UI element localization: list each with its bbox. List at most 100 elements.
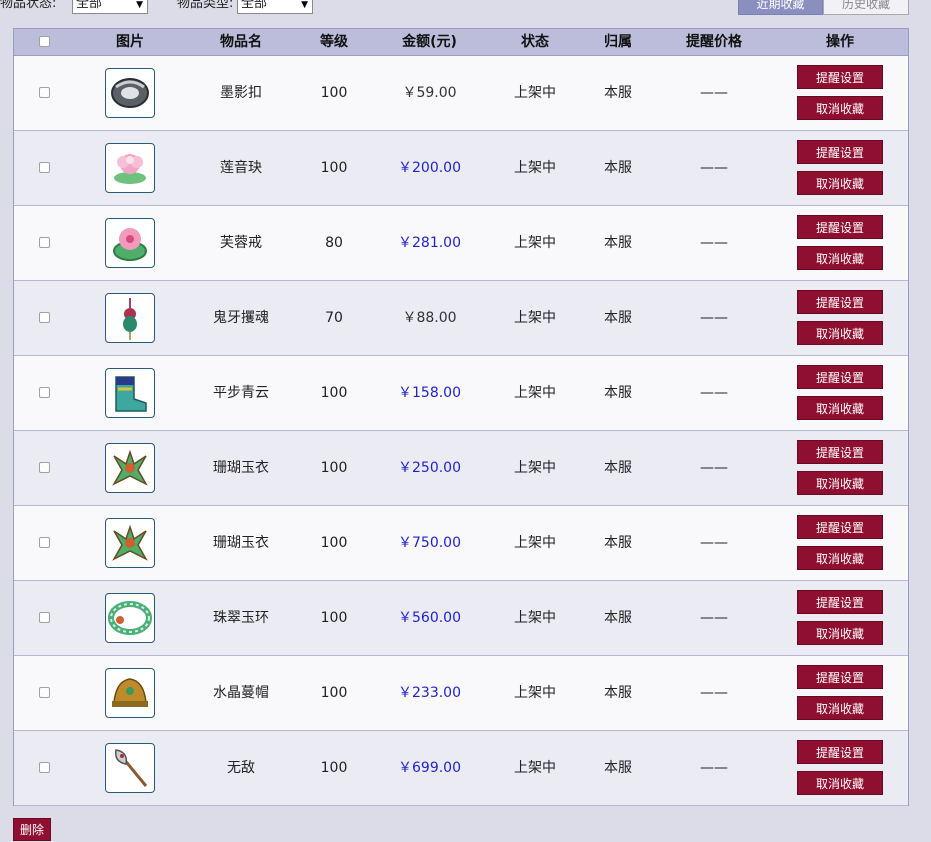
- item-name: 芙蓉戒: [220, 235, 262, 251]
- unfavorite-button[interactable]: 取消收藏: [797, 696, 883, 720]
- item-thumbnail[interactable]: [105, 68, 155, 118]
- armor-icon: [106, 519, 154, 567]
- item-owner: 本服: [604, 160, 632, 176]
- remind-settings-button[interactable]: 提醒设置: [797, 440, 883, 464]
- item-price: ￥158.00: [398, 385, 461, 401]
- col-image: 图片: [116, 34, 144, 50]
- table-row: 水晶蔓帽 100 ￥233.00 上架中 本服 —— 提醒设置 取消收藏: [14, 656, 908, 731]
- unfavorite-button[interactable]: 取消收藏: [797, 471, 883, 495]
- row-checkbox[interactable]: [39, 612, 50, 623]
- remind-settings-button[interactable]: 提醒设置: [797, 515, 883, 539]
- item-thumbnail[interactable]: [105, 218, 155, 268]
- item-level: 100: [320, 85, 348, 101]
- item-status: 上架中: [514, 385, 556, 401]
- unfavorite-button[interactable]: 取消收藏: [797, 246, 883, 270]
- item-status: 上架中: [514, 760, 556, 776]
- row-checkbox[interactable]: [39, 462, 50, 473]
- flower-ring-icon: [106, 219, 154, 267]
- unfavorite-button[interactable]: 取消收藏: [797, 321, 883, 345]
- col-remind-price: 提醒价格: [686, 34, 742, 50]
- item-name: 墨影扣: [220, 85, 262, 101]
- col-actions: 操作: [826, 34, 854, 50]
- item-remind-price: ——: [700, 310, 728, 326]
- item-thumbnail[interactable]: [105, 368, 155, 418]
- item-remind-price: ——: [700, 460, 728, 476]
- unfavorite-button[interactable]: 取消收藏: [797, 96, 883, 120]
- tab-history-favorites[interactable]: 历史收藏: [823, 0, 909, 15]
- unfavorite-button[interactable]: 取消收藏: [797, 621, 883, 645]
- item-price: ￥200.00: [398, 160, 461, 176]
- item-level: 70: [325, 310, 343, 326]
- remind-settings-button[interactable]: 提醒设置: [797, 140, 883, 164]
- item-thumbnail[interactable]: [105, 668, 155, 718]
- black-ring-icon: [106, 69, 154, 117]
- item-thumbnail[interactable]: [105, 593, 155, 643]
- item-name: 莲音玦: [220, 160, 262, 176]
- item-owner: 本服: [604, 760, 632, 776]
- item-status: 上架中: [514, 460, 556, 476]
- row-checkbox[interactable]: [39, 87, 50, 98]
- item-thumbnail[interactable]: [105, 443, 155, 493]
- table-row: 鬼牙攫魂 70 ￥88.00 上架中 本服 —— 提醒设置 取消收藏: [14, 281, 908, 356]
- remind-settings-button[interactable]: 提醒设置: [797, 215, 883, 239]
- item-level: 100: [320, 610, 348, 626]
- item-owner: 本服: [604, 85, 632, 101]
- tab-recent-favorites[interactable]: 近期收藏: [738, 0, 823, 15]
- row-checkbox[interactable]: [39, 537, 50, 548]
- row-checkbox[interactable]: [39, 162, 50, 173]
- item-level: 100: [320, 535, 348, 551]
- col-status: 状态: [521, 34, 549, 50]
- item-thumbnail[interactable]: [105, 143, 155, 193]
- select-all-checkbox[interactable]: [39, 36, 50, 47]
- item-level: 100: [320, 385, 348, 401]
- item-name: 平步青云: [213, 385, 269, 401]
- row-checkbox[interactable]: [39, 687, 50, 698]
- row-checkbox[interactable]: [39, 762, 50, 773]
- item-thumbnail[interactable]: [105, 518, 155, 568]
- remind-settings-button[interactable]: 提醒设置: [797, 665, 883, 689]
- item-owner: 本服: [604, 460, 632, 476]
- item-name: 珊瑚玉衣: [213, 535, 269, 551]
- item-status: 上架中: [514, 535, 556, 551]
- item-status: 上架中: [514, 235, 556, 251]
- item-name: 珊瑚玉衣: [213, 460, 269, 476]
- item-level: 100: [320, 160, 348, 176]
- item-owner: 本服: [604, 610, 632, 626]
- item-level: 80: [325, 235, 343, 251]
- status-filter-select[interactable]: 全部 ▼: [72, 0, 148, 14]
- item-thumbnail[interactable]: [105, 743, 155, 793]
- unfavorite-button[interactable]: 取消收藏: [797, 171, 883, 195]
- row-checkbox[interactable]: [39, 312, 50, 323]
- item-owner: 本服: [604, 685, 632, 701]
- remind-settings-button[interactable]: 提醒设置: [797, 590, 883, 614]
- axe-icon: [106, 744, 154, 792]
- type-filter-value: 全部: [241, 0, 268, 11]
- jade-belt-icon: [106, 594, 154, 642]
- table-row: 珊瑚玉衣 100 ￥750.00 上架中 本服 —— 提醒设置 取消收藏: [14, 506, 908, 581]
- remind-settings-button[interactable]: 提醒设置: [797, 290, 883, 314]
- item-thumbnail[interactable]: [105, 293, 155, 343]
- row-checkbox[interactable]: [39, 237, 50, 248]
- table-header: 图片 物品名 等级 金额(元) 状态 归属 提醒价格 操作: [14, 29, 908, 56]
- unfavorite-button[interactable]: 取消收藏: [797, 771, 883, 795]
- item-status: 上架中: [514, 160, 556, 176]
- table-row: 无敌 100 ￥699.00 上架中 本服 —— 提醒设置 取消收藏: [14, 731, 908, 806]
- amulet-icon: [106, 294, 154, 342]
- boots-icon: [106, 369, 154, 417]
- item-price: ￥750.00: [398, 535, 461, 551]
- col-name: 物品名: [220, 34, 262, 50]
- remind-settings-button[interactable]: 提醒设置: [797, 365, 883, 389]
- remind-settings-button[interactable]: 提醒设置: [797, 65, 883, 89]
- delete-button[interactable]: 删除: [13, 818, 51, 841]
- remind-settings-button[interactable]: 提醒设置: [797, 740, 883, 764]
- unfavorite-button[interactable]: 取消收藏: [797, 396, 883, 420]
- type-filter-label: 物品类型:: [177, 0, 234, 11]
- type-filter-select[interactable]: 全部 ▼: [237, 0, 313, 14]
- row-checkbox[interactable]: [39, 387, 50, 398]
- unfavorite-button[interactable]: 取消收藏: [797, 546, 883, 570]
- col-owner: 归属: [604, 34, 632, 50]
- item-owner: 本服: [604, 535, 632, 551]
- table-row: 莲音玦 100 ￥200.00 上架中 本服 —— 提醒设置取消收藏: [14, 131, 908, 206]
- item-level: 100: [320, 760, 348, 776]
- item-remind-price: ——: [700, 160, 728, 176]
